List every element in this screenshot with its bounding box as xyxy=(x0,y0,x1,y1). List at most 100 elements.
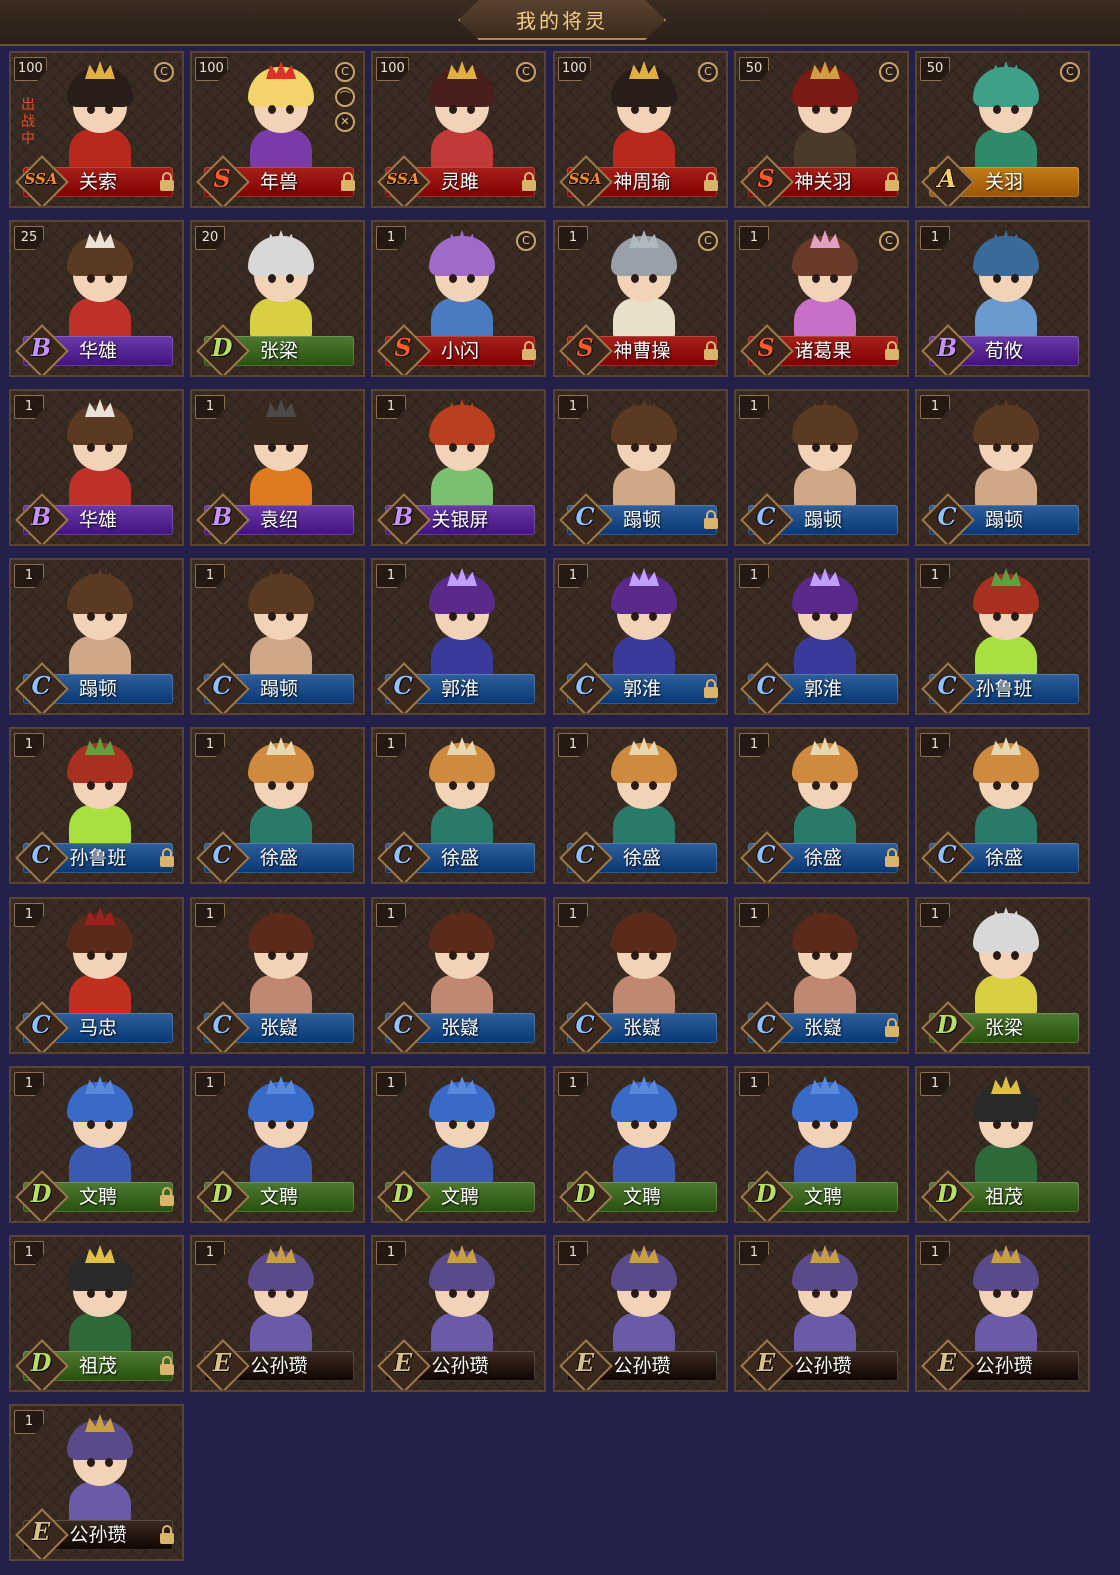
spirit-card[interactable]: 1 华雄 B xyxy=(9,389,184,546)
spirit-card[interactable]: 100 年兽 S C ⌒ ✕ xyxy=(190,51,365,208)
spirit-card[interactable]: 1 郭淮 C xyxy=(734,558,909,715)
grade-badge: B xyxy=(30,333,52,362)
grade-badge: B xyxy=(936,333,958,362)
spirit-card[interactable]: 1 文聘 D xyxy=(371,1066,546,1223)
spirit-card[interactable]: 1 公孙瓒 E xyxy=(190,1235,365,1392)
spirit-card[interactable]: 1 小闪 S C xyxy=(371,220,546,377)
lock-icon[interactable] xyxy=(160,1356,174,1375)
spirit-card[interactable]: 1 袁绍 B xyxy=(190,389,365,546)
spirit-card[interactable]: 1 诸葛果 S C xyxy=(734,220,909,377)
level-badge: 1 xyxy=(195,903,225,927)
level-badge: 100 xyxy=(376,57,409,81)
c-icon[interactable]: C xyxy=(879,62,899,82)
spirit-card[interactable]: 1 祖茂 D xyxy=(9,1235,184,1392)
lock-icon[interactable] xyxy=(160,1187,174,1206)
spirit-card[interactable]: 1 张嶷 C xyxy=(371,897,546,1054)
spirit-card[interactable]: 1 张梁 D xyxy=(915,897,1090,1054)
grade-badge: E xyxy=(575,1348,595,1377)
grade-badge: D xyxy=(211,1179,233,1208)
spirit-card[interactable]: 1 郭淮 C xyxy=(553,558,728,715)
hat-icon[interactable]: ⌒ xyxy=(335,87,355,107)
c-icon[interactable]: C xyxy=(698,231,718,251)
spirit-card[interactable]: 1 蹋顿 C xyxy=(9,558,184,715)
lock-icon[interactable] xyxy=(522,341,536,360)
sword-icon[interactable]: ✕ xyxy=(335,112,355,132)
lock-icon[interactable] xyxy=(704,341,718,360)
spirit-card[interactable]: 1 蹋顿 C xyxy=(734,389,909,546)
spirit-card[interactable]: 1 荀攸 B xyxy=(915,220,1090,377)
spirit-card[interactable]: 50 神关羽 S C xyxy=(734,51,909,208)
spirit-card[interactable]: 1 徐盛 C xyxy=(734,727,909,884)
spirit-card[interactable]: 1 蹋顿 C xyxy=(915,389,1090,546)
grade-badge: C xyxy=(937,671,957,700)
lock-icon[interactable] xyxy=(885,172,899,191)
lock-icon[interactable] xyxy=(704,679,718,698)
spirit-card[interactable]: 1 徐盛 C xyxy=(553,727,728,884)
spirit-card[interactable]: 1 文聘 D xyxy=(9,1066,184,1223)
lock-icon[interactable] xyxy=(160,172,174,191)
spirit-card[interactable]: 1 蹋顿 C xyxy=(553,389,728,546)
spirit-card[interactable]: 1 徐盛 C xyxy=(190,727,365,884)
spirit-card[interactable]: 1 公孙瓒 E xyxy=(734,1235,909,1392)
spirit-card[interactable]: 1 孙鲁班 C xyxy=(915,558,1090,715)
c-icon[interactable]: C xyxy=(154,62,174,82)
character-portrait xyxy=(780,735,870,845)
spirit-card[interactable]: 1 文聘 D xyxy=(734,1066,909,1223)
lock-icon[interactable] xyxy=(704,172,718,191)
character-portrait xyxy=(961,59,1051,169)
level-badge: 1 xyxy=(558,1072,588,1096)
lock-icon[interactable] xyxy=(704,510,718,529)
grade-badge: B xyxy=(30,502,52,531)
level-badge: 100 xyxy=(14,57,47,81)
c-icon[interactable]: C xyxy=(516,231,536,251)
spirit-card[interactable]: 25 华雄 B xyxy=(9,220,184,377)
character-portrait xyxy=(417,735,507,845)
lock-icon[interactable] xyxy=(341,172,355,191)
spirit-card[interactable]: 1 张嶷 C xyxy=(553,897,728,1054)
spirit-card[interactable]: 1 关银屏 B xyxy=(371,389,546,546)
grade-badge: C xyxy=(937,840,957,869)
grade-badge: D xyxy=(755,1179,777,1208)
grade-badge: C xyxy=(756,502,776,531)
spirit-card[interactable]: 1 蹋顿 C xyxy=(190,558,365,715)
spirit-card[interactable]: 1 公孙瓒 E xyxy=(9,1404,184,1561)
character-portrait xyxy=(55,566,145,676)
spirit-card[interactable]: 1 公孙瓒 E xyxy=(553,1235,728,1392)
spirit-card[interactable]: 1 徐盛 C xyxy=(371,727,546,884)
character-portrait xyxy=(417,905,507,1015)
lock-icon[interactable] xyxy=(160,1525,174,1544)
spirit-card[interactable]: 1 文聘 D xyxy=(553,1066,728,1223)
grade-badge: S xyxy=(757,164,775,193)
spirit-card[interactable]: 1 马忠 C xyxy=(9,897,184,1054)
spirit-card[interactable]: 100 灵雎 SSA C xyxy=(371,51,546,208)
spirit-card[interactable]: 50 关羽 A C xyxy=(915,51,1090,208)
grade-badge: C xyxy=(756,1010,776,1039)
spirit-card[interactable]: 1 祖茂 D xyxy=(915,1066,1090,1223)
lock-icon[interactable] xyxy=(522,172,536,191)
spirit-card[interactable]: 1 文聘 D xyxy=(190,1066,365,1223)
spirit-card[interactable]: 1 孙鲁班 C xyxy=(9,727,184,884)
level-badge: 1 xyxy=(14,564,44,588)
c-icon[interactable]: C xyxy=(698,62,718,82)
c-icon[interactable]: C xyxy=(516,62,536,82)
spirit-card[interactable]: 1 徐盛 C xyxy=(915,727,1090,884)
spirit-card[interactable]: 1 公孙瓒 E xyxy=(915,1235,1090,1392)
spirit-card[interactable]: 1 张嶷 C xyxy=(734,897,909,1054)
lock-icon[interactable] xyxy=(885,341,899,360)
c-icon[interactable]: C xyxy=(1060,62,1080,82)
lock-icon[interactable] xyxy=(885,848,899,867)
spirit-card[interactable]: 100 出战中 关索 SSA C xyxy=(9,51,184,208)
level-badge: 1 xyxy=(14,733,44,757)
lock-icon[interactable] xyxy=(160,848,174,867)
spirit-card[interactable]: 1 公孙瓒 E xyxy=(371,1235,546,1392)
c-icon[interactable]: C xyxy=(335,62,355,82)
spirit-card[interactable]: 1 张嶷 C xyxy=(190,897,365,1054)
c-icon[interactable]: C xyxy=(879,231,899,251)
spirit-card[interactable]: 100 神周瑜 SSA C xyxy=(553,51,728,208)
grade-badge: C xyxy=(31,840,51,869)
lock-icon[interactable] xyxy=(885,1018,899,1037)
spirit-card[interactable]: 1 神曹操 S C xyxy=(553,220,728,377)
level-badge: 100 xyxy=(195,57,228,81)
spirit-card[interactable]: 20 张梁 D xyxy=(190,220,365,377)
spirit-card[interactable]: 1 郭淮 C xyxy=(371,558,546,715)
